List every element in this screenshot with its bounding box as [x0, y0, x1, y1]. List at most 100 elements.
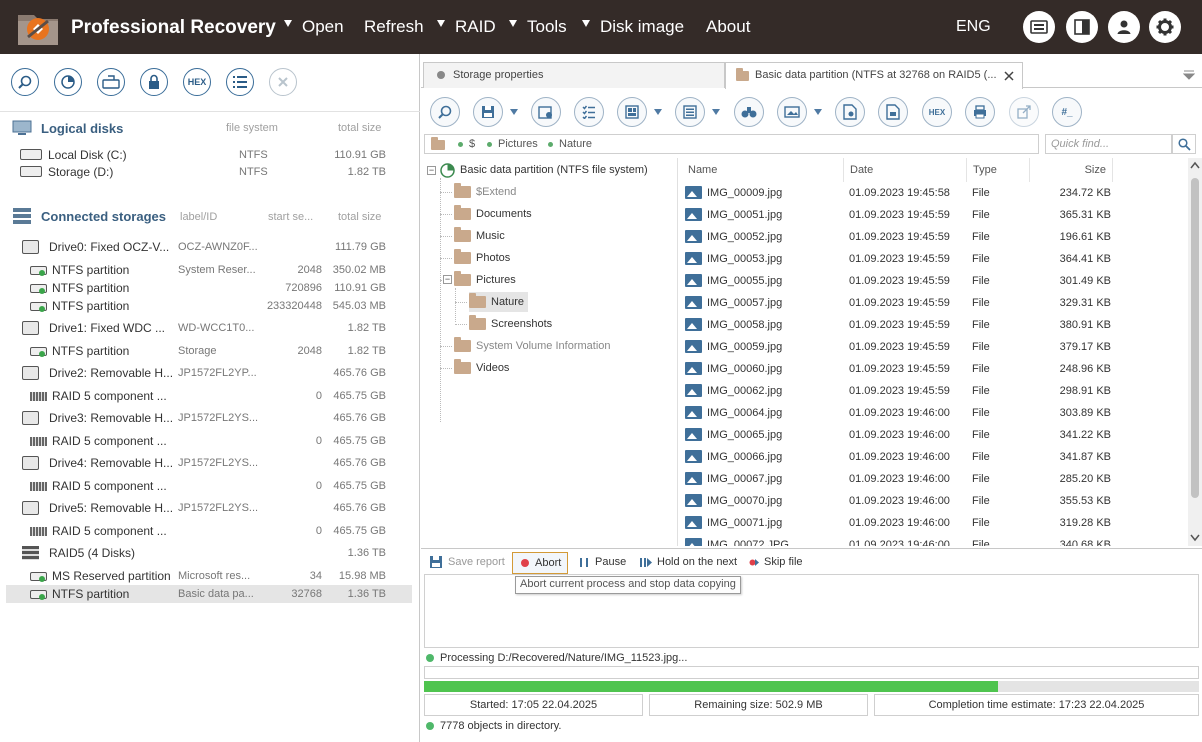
checklist-button[interactable] — [574, 97, 604, 127]
storage-row[interactable]: RAID 5 component ... 0 465.75 GB — [6, 387, 412, 405]
chart-button[interactable] — [54, 68, 82, 96]
file-row[interactable]: IMG_00059.jpg 01.09.2023 19:45:59 File 379.… — [680, 336, 1190, 358]
export-button[interactable] — [1009, 97, 1039, 127]
menu-open[interactable]: Open — [302, 17, 344, 37]
scan-partition-button[interactable] — [430, 97, 460, 127]
file-row[interactable]: IMG_00071.jpg 01.09.2023 19:46:00 File 319.… — [680, 512, 1190, 534]
storage-row[interactable]: NTFS partition Storage 2048 1.82 TB — [6, 342, 412, 360]
file-row[interactable]: IMG_00057.jpg 01.09.2023 19:45:59 File 329.… — [680, 292, 1190, 314]
details-dropdown-icon[interactable] — [712, 109, 720, 115]
settings-button[interactable] — [1149, 11, 1181, 43]
tab-menu-icon[interactable] — [1183, 70, 1195, 80]
save-report-button[interactable]: Save report — [429, 552, 505, 574]
tree-folder[interactable]: Photos — [454, 248, 510, 268]
menu-refresh[interactable]: Refresh — [364, 17, 424, 37]
storage-row[interactable]: NTFS partition 720896 110.91 GB — [6, 279, 412, 297]
collapse-toggle[interactable]: − — [427, 166, 436, 175]
scroll-up-icon[interactable] — [1190, 161, 1200, 169]
user-button[interactable] — [1108, 11, 1140, 43]
quick-find-button[interactable] — [1172, 134, 1196, 154]
tree-folder[interactable]: Nature — [469, 292, 529, 312]
screen-button[interactable] — [1023, 11, 1055, 43]
view-dropdown-icon[interactable] — [654, 109, 662, 115]
scroll-down-icon[interactable] — [1190, 534, 1200, 542]
menu-raid[interactable]: RAID — [455, 17, 496, 37]
abort-button[interactable]: Abort — [512, 552, 569, 574]
hex-button[interactable]: HEX — [183, 68, 211, 96]
language-selector[interactable]: ENG — [956, 18, 991, 36]
size-column-header[interactable]: Size — [1030, 158, 1113, 182]
storage-row[interactable]: MS Reserved partition Microsoft res... 34 1… — [6, 567, 412, 585]
file-list-scrollbar[interactable] — [1188, 158, 1202, 546]
scan-button[interactable] — [11, 68, 39, 96]
storage-row[interactable]: Drive1: Fixed WDC ... WD-WCC1T0... 1.82 TB — [6, 319, 412, 337]
file-row[interactable]: IMG_00055.jpg 01.09.2023 19:45:59 File 301.… — [680, 270, 1190, 292]
close-tab-icon[interactable] — [1004, 71, 1014, 81]
file-settings-button[interactable] — [835, 97, 865, 127]
file-row[interactable]: IMG_00053.jpg 01.09.2023 19:45:59 File 364.… — [680, 248, 1190, 270]
tree-folder[interactable]: Pictures — [454, 270, 516, 290]
logical-disk-row[interactable]: Local Disk (C:) NTFS 110.91 GB — [6, 146, 412, 164]
file-row[interactable]: IMG_00058.jpg 01.09.2023 19:45:59 File 380.… — [680, 314, 1190, 336]
tab-partition[interactable]: Basic data partition (NTFS at 32768 on R… — [725, 62, 1023, 89]
preview-dropdown-icon[interactable] — [814, 109, 822, 115]
collapse-toggle[interactable]: − — [443, 275, 452, 284]
preview-button[interactable] — [777, 97, 807, 127]
hash-button[interactable]: #_ — [1052, 97, 1082, 127]
find-button[interactable] — [734, 97, 764, 127]
storage-row[interactable]: RAID5 (4 Disks) 1.36 TB — [6, 544, 412, 562]
storage-row[interactable]: Drive3: Removable H... JP1572FL2YS... 465.… — [6, 409, 412, 427]
tree-folder[interactable]: Documents — [454, 204, 532, 224]
panel-button[interactable] — [1066, 11, 1098, 43]
path-segment[interactable]: Pictures — [498, 138, 538, 150]
storage-row[interactable]: NTFS partition 233320448 545.03 MB — [6, 297, 412, 315]
path-bar[interactable]: $ Pictures Nature — [424, 134, 1039, 154]
file-row[interactable]: IMG_00064.jpg 01.09.2023 19:46:00 File 303.… — [680, 402, 1190, 424]
tab-storage-properties[interactable]: Storage properties — [423, 62, 725, 88]
tree-folder[interactable]: System Volume Information — [454, 336, 611, 356]
save-dropdown-icon[interactable] — [510, 109, 518, 115]
pause-button[interactable]: Pause — [580, 552, 626, 574]
tree-root[interactable]: Basic data partition (NTFS file system) — [460, 160, 648, 180]
storage-row[interactable]: Drive0: Fixed OCZ-V... OCZ-AWNZ0F... 111.7… — [6, 238, 412, 256]
hold-button[interactable]: Hold on the next — [640, 552, 737, 574]
storage-row[interactable]: RAID 5 component ... 0 465.75 GB — [6, 432, 412, 450]
print-button[interactable] — [965, 97, 995, 127]
storage-row[interactable]: Drive2: Removable H... JP1572FL2YP... 465.… — [6, 364, 412, 382]
storage-row[interactable]: NTFS partition Basic data pa... 32768 1.36 … — [6, 585, 412, 603]
file-row[interactable]: IMG_00062.jpg 01.09.2023 19:45:59 File 298.… — [680, 380, 1190, 402]
scroll-thumb[interactable] — [1191, 178, 1199, 498]
file-row[interactable]: IMG_00070.jpg 01.09.2023 19:46:00 File 355.… — [680, 490, 1190, 512]
file-properties-button[interactable] — [878, 97, 908, 127]
file-row[interactable]: IMG_00052.jpg 01.09.2023 19:45:59 File 196.… — [680, 226, 1190, 248]
logical-disk-row[interactable]: Storage (D:) NTFS 1.82 TB — [6, 163, 412, 181]
path-segment[interactable]: $ — [469, 138, 475, 150]
storage-row[interactable]: RAID 5 component ... 0 465.75 GB — [6, 522, 412, 540]
tree-folder[interactable]: Screenshots — [469, 314, 552, 334]
tree-folder[interactable]: Videos — [454, 358, 509, 378]
disk-image-button[interactable] — [97, 68, 125, 96]
details-button[interactable] — [675, 97, 705, 127]
lock-button[interactable] — [140, 68, 168, 96]
menu-about[interactable]: About — [706, 17, 750, 37]
path-segment[interactable]: Nature — [559, 138, 592, 150]
storage-row[interactable]: RAID 5 component ... 0 465.75 GB — [6, 477, 412, 495]
list-button[interactable] — [226, 68, 254, 96]
type-column-header[interactable]: Type — [967, 158, 1030, 182]
storage-row[interactable]: Drive5: Removable H... JP1572FL2YS... 465.… — [6, 499, 412, 517]
tree-folder[interactable]: Music — [454, 226, 505, 246]
menu-tools[interactable]: Tools — [527, 17, 567, 37]
close-button[interactable] — [269, 68, 297, 96]
storage-row[interactable]: NTFS partition System Reser... 2048 350.02 … — [6, 261, 412, 279]
save-button[interactable] — [473, 97, 503, 127]
hex-view-button[interactable]: HEX — [922, 97, 952, 127]
name-column-header[interactable]: Name — [680, 158, 844, 182]
view-mode-button[interactable] — [617, 97, 647, 127]
file-row[interactable]: IMG_00072.JPG 01.09.2023 19:46:00 File 340.… — [680, 534, 1190, 546]
file-row[interactable]: IMG_00051.jpg 01.09.2023 19:45:59 File 365.… — [680, 204, 1190, 226]
file-row[interactable]: IMG_00009.jpg 01.09.2023 19:45:58 File 234.… — [680, 182, 1190, 204]
menu-disk-image[interactable]: Disk image — [600, 17, 684, 37]
tree-folder[interactable]: $Extend — [454, 182, 516, 202]
skip-file-button[interactable]: Skip file — [749, 552, 803, 574]
file-row[interactable]: IMG_00060.jpg 01.09.2023 19:45:59 File 248.… — [680, 358, 1190, 380]
